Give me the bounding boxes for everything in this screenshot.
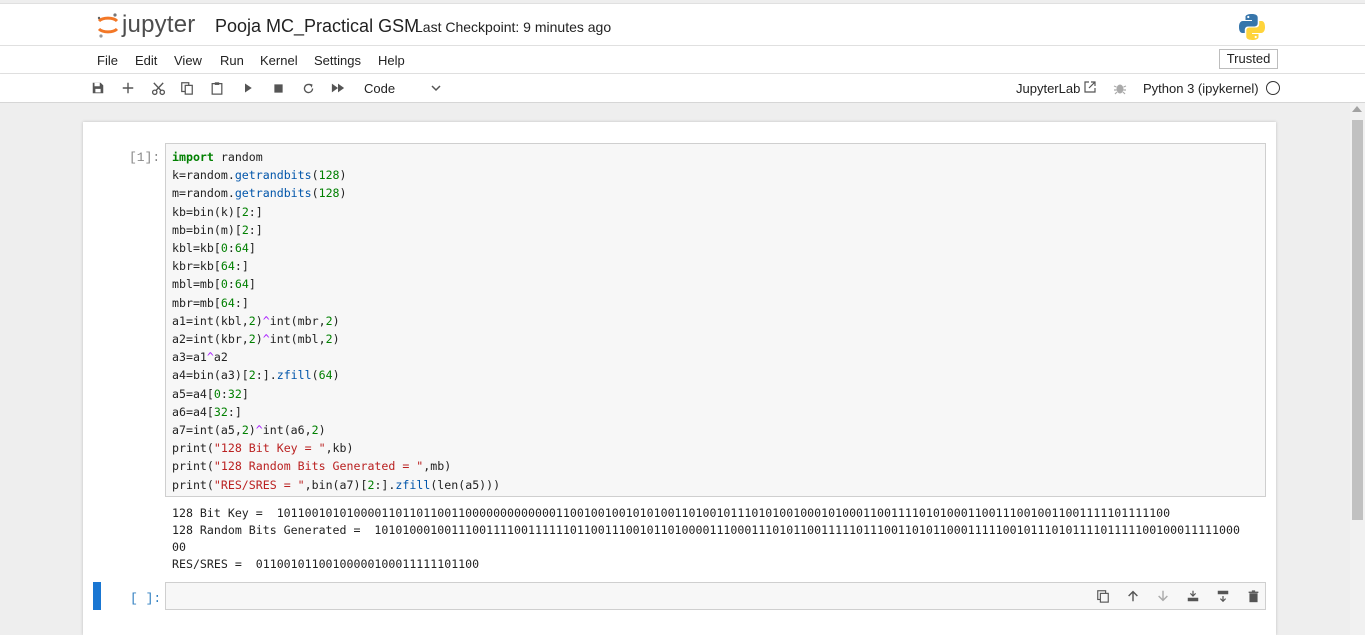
insert-below-icon[interactable] xyxy=(1215,588,1231,604)
scrollbar-thumb[interactable] xyxy=(1352,120,1363,520)
jupyter-logo-icon xyxy=(97,13,119,38)
jupyterlab-link[interactable]: JupyterLab xyxy=(1016,81,1080,96)
save-icon[interactable] xyxy=(90,80,106,96)
move-down-icon[interactable] xyxy=(1155,588,1171,604)
external-link-icon[interactable] xyxy=(1083,80,1097,94)
code-cell-1-source[interactable]: import random k=random.getrandbits(128) … xyxy=(172,148,500,494)
notebook-toolbar: Code JupyterLab Python 3 (ipykernel) xyxy=(0,74,1365,103)
code-cell-1-output: 128 Bit Key = 10110010101000011011011001… xyxy=(172,505,1240,573)
jupyter-wordmark: jupyter xyxy=(122,11,196,38)
cell-2-prompt: [ ]: xyxy=(130,591,162,606)
cell-type-select[interactable]: Code xyxy=(364,81,395,96)
insert-above-icon[interactable] xyxy=(1185,588,1201,604)
menu-kernel[interactable]: Kernel xyxy=(260,53,298,68)
menu-help[interactable]: Help xyxy=(378,53,405,68)
restart-icon[interactable] xyxy=(300,80,316,96)
stop-icon[interactable] xyxy=(270,80,286,96)
add-cell-icon[interactable] xyxy=(120,80,136,96)
chevron-down-icon[interactable] xyxy=(430,82,442,94)
notebook-title[interactable]: Pooja MC_Practical GSM xyxy=(215,16,419,37)
menu-settings[interactable]: Settings xyxy=(314,53,361,68)
scroll-up-arrow-icon[interactable] xyxy=(1352,106,1362,112)
menu-edit[interactable]: Edit xyxy=(135,53,157,68)
run-icon[interactable] xyxy=(240,80,256,96)
menu-run[interactable]: Run xyxy=(220,53,244,68)
output-line-random-bits-wrap: 00 xyxy=(172,540,186,554)
debugger-icon[interactable] xyxy=(1113,81,1127,95)
menu-view[interactable]: View xyxy=(174,53,202,68)
paste-icon[interactable] xyxy=(209,80,225,96)
kernel-name[interactable]: Python 3 (ipykernel) xyxy=(1143,81,1259,96)
output-line-random-bits: 128 Random Bits Generated = 101010001001… xyxy=(172,523,1240,537)
fast-forward-icon[interactable] xyxy=(330,80,346,96)
last-checkpoint: Last Checkpoint: 9 minutes ago xyxy=(415,19,612,35)
move-up-icon[interactable] xyxy=(1125,588,1141,604)
jupyter-logo[interactable]: jupyter xyxy=(96,11,195,39)
top-header: jupyter Pooja MC_Practical GSM Last Chec… xyxy=(0,4,1365,46)
trusted-indicator[interactable]: Trusted xyxy=(1219,49,1278,69)
kernel-status-icon xyxy=(1266,81,1280,95)
duplicate-cell-icon[interactable] xyxy=(1095,588,1111,604)
copy-icon[interactable] xyxy=(179,80,195,96)
delete-cell-icon[interactable] xyxy=(1245,588,1261,604)
output-line-key: 128 Bit Key = 10110010101000011011011001… xyxy=(172,506,1171,520)
menu-file[interactable]: File xyxy=(97,53,118,68)
cell-1-prompt: [1]: xyxy=(129,150,161,165)
output-line-res-sres: RES/SRES = 01100101100100000100011111101… xyxy=(172,557,480,571)
cut-icon[interactable] xyxy=(150,80,166,96)
python-logo-icon xyxy=(1239,14,1265,40)
active-cell-indicator xyxy=(93,582,101,610)
menu-bar: File Edit View Run Kernel Settings Help xyxy=(0,47,1365,74)
